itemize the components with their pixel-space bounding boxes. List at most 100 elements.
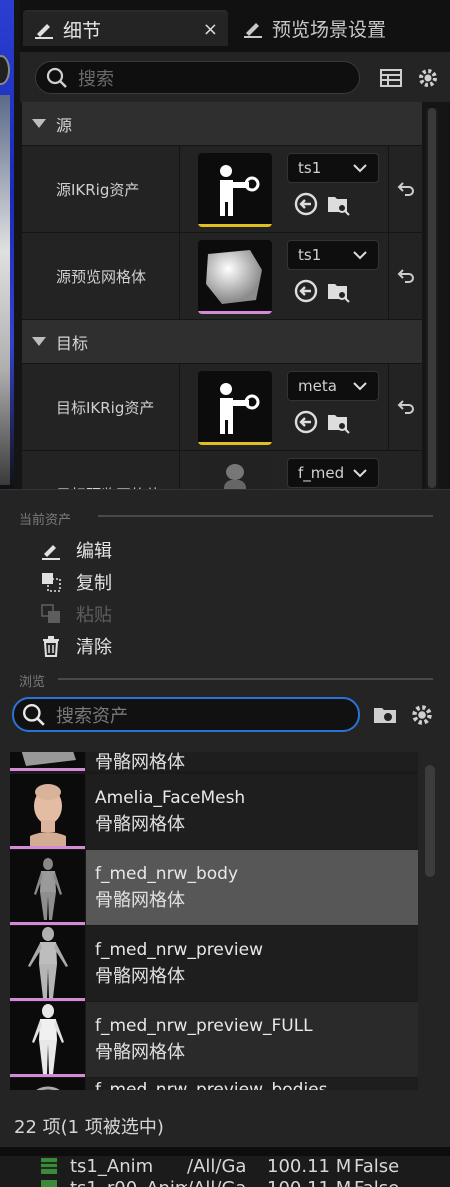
menu-edit[interactable]: 编辑 [40, 536, 112, 564]
menu-clear-label: 清除 [76, 637, 112, 658]
asset-type-bar [10, 922, 85, 925]
asset-row[interactable]: f_med_nrw_preview_FULL 骨骼网格体 [10, 1002, 418, 1077]
asset-name: f_med_nrw_preview_FULL [95, 1016, 313, 1036]
row-value: ts1 [180, 146, 422, 232]
asset-thumbnail [10, 1078, 86, 1090]
row-source-preview-mesh: 源预览网格体 ts1 [22, 233, 422, 320]
asset-combo[interactable]: meta [287, 371, 379, 401]
tab-preview-scene-settings[interactable]: 预览场景设置 [232, 10, 450, 46]
content-row-size: 100.11 M [267, 1156, 352, 1177]
folder-browse-icon[interactable] [372, 702, 398, 728]
reset-arrow-icon [397, 400, 414, 414]
use-selected-icon[interactable] [293, 278, 319, 304]
asset-type-bar [10, 1074, 85, 1077]
asset-row[interactable]: f_med_nrw_preview 骨骼网格体 [10, 926, 418, 1001]
asset-name: f_med_nrw_preview [95, 940, 263, 960]
tab-bar: 细节 × 预览场景设置 [20, 0, 450, 52]
row-label: 目标IKRig资产 [22, 364, 180, 450]
browse-heading: 浏览 [19, 675, 46, 690]
asset-search-input[interactable]: 搜索资产 [12, 697, 360, 732]
tab-preview-label: 预览场景设置 [272, 18, 387, 41]
asset-list: 骨骼网格体 Amelia_FaceMesh 骨骼网格体 f_med_nrw_bo… [10, 752, 418, 1090]
asset-row[interactable]: 骨骼网格体 [10, 752, 418, 773]
asset-text: f_med_nrw_body 骨骼网格体 [86, 850, 238, 925]
asset-combo[interactable]: ts1 [287, 240, 379, 270]
category-source-label: 源 [56, 115, 73, 135]
asset-type: 骨骼网格体 [95, 1042, 185, 1063]
gear-icon[interactable] [409, 702, 435, 728]
search-icon [22, 703, 45, 726]
anim-asset-icon [41, 1180, 57, 1187]
chevron-down-icon [353, 469, 367, 478]
asset-type-bar [198, 224, 272, 227]
details-panel: 细节 × 预览场景设置 搜索 源 源IKRig资产 ts1 源预览网格体 ts1… [20, 0, 450, 490]
tab-details[interactable]: 细节 × [23, 10, 228, 46]
asset-thumbnail [10, 850, 86, 925]
row-value: meta [180, 364, 422, 450]
asset-combo[interactable]: ts1 [287, 153, 379, 183]
asset-type: 骨骼网格体 [95, 814, 185, 835]
asset-search-placeholder: 搜索资产 [56, 705, 128, 727]
details-search-input[interactable]: 搜索 [35, 61, 360, 94]
reset-arrow-icon [397, 269, 414, 283]
menu-copy[interactable]: 复制 [40, 568, 112, 596]
content-browser-peek: ts1_Anim /All/Ga 100.11 M False ts1_r00_… [0, 1147, 450, 1187]
asset-combo[interactable]: f_med [287, 458, 379, 488]
menu-paste-label: 粘贴 [76, 605, 112, 626]
asset-combo-value: meta [298, 377, 337, 395]
asset-count-status: 22 项(1 项被选中) [14, 1117, 164, 1138]
category-target[interactable]: 目标 [22, 320, 422, 364]
use-selected-icon[interactable] [293, 191, 319, 217]
row-label: 源预览网格体 [22, 233, 180, 319]
asset-type-bar [198, 311, 272, 314]
details-scrollbar-thumb[interactable] [428, 108, 436, 488]
category-source[interactable]: 源 [22, 102, 422, 146]
asset-combo-value: ts1 [298, 246, 322, 264]
reset-button[interactable] [388, 233, 422, 319]
section-divider [98, 515, 433, 517]
browse-folder-icon[interactable] [325, 409, 351, 435]
menu-edit-label: 编辑 [76, 541, 112, 562]
row-value: ts1 [180, 233, 422, 319]
paste-icon [41, 604, 60, 623]
reset-button[interactable] [388, 364, 422, 450]
reset-button[interactable] [388, 146, 422, 232]
menu-clear[interactable]: 清除 [40, 632, 112, 660]
asset-thumbnail [10, 774, 86, 849]
asset-combo-value: ts1 [298, 159, 322, 177]
body-mesh-icon [34, 858, 62, 920]
gear-icon[interactable] [416, 66, 440, 90]
asset-row-selected[interactable]: f_med_nrw_body 骨骼网格体 [10, 850, 418, 925]
browse-folder-icon[interactable] [325, 278, 351, 304]
asset-text: Amelia_FaceMesh 骨骼网格体 [86, 774, 245, 849]
anim-asset-icon [41, 1158, 57, 1174]
menu-paste: 粘贴 [40, 600, 112, 628]
asset-type-bar [198, 442, 272, 445]
content-row-flag: False [354, 1178, 414, 1187]
asset-type: 骨骼网格体 [95, 966, 185, 987]
browse-folder-icon[interactable] [325, 191, 351, 217]
content-row[interactable]: ts1_r00_Anim /All/Ga 100.11 M False [40, 1178, 414, 1187]
details-scrollbar[interactable] [426, 108, 438, 490]
body-mesh-icon [28, 927, 68, 998]
close-icon[interactable]: × [203, 19, 218, 40]
table-view-icon[interactable] [379, 66, 403, 90]
content-row[interactable]: ts1_Anim /All/Ga 100.11 M False [40, 1156, 414, 1177]
asset-thumbnail [10, 926, 86, 1001]
asset-row[interactable]: Amelia_FaceMesh 骨骼网格体 [10, 774, 418, 849]
mesh-thumbnail[interactable] [198, 240, 272, 314]
row-label: 目标预览网格体 [22, 451, 180, 490]
ikrig-thumbnail[interactable] [198, 153, 272, 227]
chevron-down-icon [353, 164, 367, 173]
use-selected-icon[interactable] [293, 409, 319, 435]
pencil-icon [42, 545, 60, 560]
category-target-label: 目标 [56, 333, 89, 353]
asset-scrollbar-thumb[interactable] [425, 765, 435, 877]
chevron-down-icon [353, 382, 367, 391]
details-search-placeholder: 搜索 [78, 68, 114, 90]
ikrig-thumbnail[interactable] [198, 371, 272, 445]
asset-row[interactable]: f_med_nrw_preview_bodies [10, 1078, 418, 1090]
asset-text: f_med_nrw_preview_bodies [86, 1078, 328, 1090]
mesh-thumbnail[interactable] [198, 458, 272, 490]
body-mesh-icon [224, 464, 246, 490]
